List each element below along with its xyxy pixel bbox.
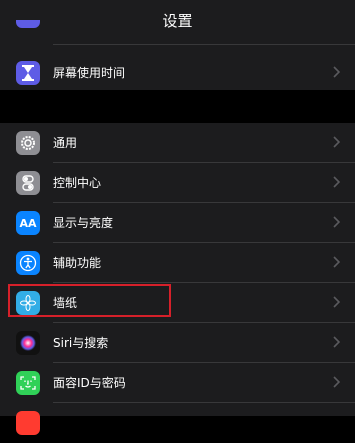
- settings-row-general[interactable]: 通用: [0, 123, 355, 163]
- settings-group-general: 通用 控制中心 AA 显示与亮度 辅助功能 墙纸 Siri与搜索 面容ID与密码: [0, 123, 355, 435]
- settings-row-accessibility[interactable]: 辅助功能: [0, 243, 355, 283]
- gear-icon: [16, 131, 40, 155]
- settings-row-label: 控制中心: [53, 176, 102, 190]
- siri-icon: [16, 331, 40, 355]
- settings-row-label: 辅助功能: [53, 256, 102, 270]
- purple-partial-icon: [16, 20, 40, 28]
- settings-row-label: 通用: [53, 136, 78, 150]
- settings-row-control-center[interactable]: 控制中心: [0, 163, 355, 203]
- settings-row-label: 显示与亮度: [53, 216, 114, 230]
- chevron-right-icon: [333, 256, 341, 268]
- chevron-right-icon: [333, 336, 341, 348]
- chevron-right-icon: [333, 66, 341, 78]
- row-divider: [53, 44, 355, 45]
- hourglass-icon: [16, 61, 40, 85]
- settings-row-partial-bottom[interactable]: [0, 403, 355, 443]
- settings-row-label: Siri与搜索: [53, 336, 109, 350]
- settings-row-faceid-passcode[interactable]: 面容ID与密码: [0, 363, 355, 403]
- aa-icon-text: AA: [19, 216, 37, 230]
- settings-row-display-brightness[interactable]: AA 显示与亮度: [0, 203, 355, 243]
- faceid-icon: [16, 371, 40, 395]
- settings-row-screen-time[interactable]: 屏幕使用时间: [0, 53, 355, 93]
- settings-row-label: 屏幕使用时间: [53, 66, 126, 80]
- chevron-right-icon: [333, 176, 341, 188]
- chevron-right-icon: [333, 376, 341, 388]
- toggles-icon: [16, 171, 40, 195]
- settings-row-label: 面容ID与密码: [53, 376, 126, 390]
- settings-row-partial-top[interactable]: [0, 20, 355, 45]
- accessibility-icon: [16, 251, 40, 275]
- highlight-annotation-box: [8, 284, 171, 317]
- chevron-right-icon: [333, 216, 341, 228]
- chevron-right-icon: [333, 136, 341, 148]
- sos-partial-icon: [16, 411, 40, 435]
- settings-row-siri-search[interactable]: Siri与搜索: [0, 323, 355, 363]
- aa-icon: AA: [16, 211, 40, 235]
- chevron-right-icon: [333, 296, 341, 308]
- settings-group-screen-time: 屏幕使用时间: [0, 20, 355, 93]
